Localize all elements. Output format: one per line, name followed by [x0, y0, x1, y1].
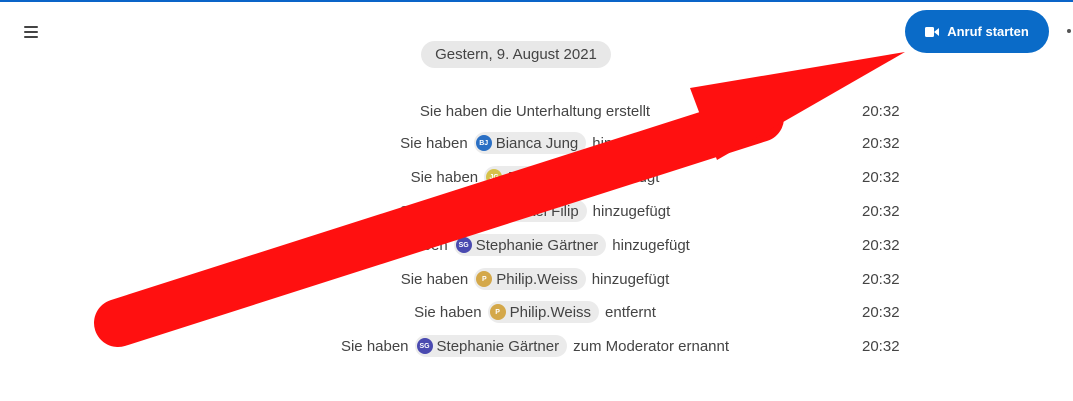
message-suffix: hinzugefügt [592, 202, 671, 220]
user-mention-name: Philip.Weiss [496, 270, 578, 288]
system-message-row: Sie haben SG Stephanie Gärtner hinzugefügt 2… [0, 232, 1073, 258]
system-message-text: Sie haben die Unterhaltung erstellt [300, 98, 770, 124]
user-mention-name: Philip.Weiss [509, 303, 592, 321]
message-prefix: Sie haben [399, 202, 468, 220]
user-mention-name: Michael Filip [495, 202, 579, 220]
user-mention-name: Jürgen G [506, 168, 568, 186]
message-timestamp: 20:32 [862, 337, 900, 355]
avatar: JG [486, 169, 503, 185]
message-suffix: hinzugefügt [581, 168, 660, 186]
user-mention-chip[interactable]: MF Michael Filip [473, 200, 587, 222]
message-suffix: hinzugefügt [591, 270, 670, 288]
system-message-text: Sie haben P Philip.Weiss entfernt [300, 299, 770, 325]
system-message-row: Sie haben JG Jürgen G hinzugefügt 20:32 [0, 164, 1073, 190]
avatar: P [476, 271, 493, 287]
message-prefix: Sie haben [380, 236, 448, 254]
avatar: SG [455, 237, 472, 253]
more-options-icon[interactable] [1067, 29, 1071, 33]
user-mention-name: Stephanie Gärtner [475, 236, 599, 254]
user-mention-chip[interactable]: SG Stephanie Gärtner [453, 234, 607, 256]
date-separator: Gestern, 9. August 2021 [421, 41, 611, 68]
message-suffix: hinzugefügt [592, 134, 670, 152]
user-mention-name: Stephanie Gärtner [436, 337, 560, 355]
message-suffix: zum Moderator ernannt [573, 337, 730, 355]
message-timestamp: 20:32 [862, 236, 900, 254]
message-timestamp: 20:32 [862, 102, 900, 120]
message-prefix: Sie haben [400, 134, 468, 152]
top-accent-line [0, 0, 1073, 2]
message-prefix: Sie haben die Unterhaltung erstellt [419, 102, 651, 120]
message-prefix: Sie haben [400, 270, 469, 288]
avatar: SG [416, 338, 433, 354]
message-prefix: Sie haben [410, 168, 479, 186]
user-mention-chip[interactable]: SG Stephanie Gärtner [414, 335, 568, 357]
message-timestamp: 20:32 [862, 134, 900, 152]
avatar: MF [475, 203, 492, 219]
avatar: P [489, 304, 506, 320]
message-timestamp: 20:32 [862, 303, 900, 321]
system-message-text: Sie haben SG Stephanie Gärtner hinzugefügt [300, 232, 770, 258]
user-mention-chip[interactable]: P Philip.Weiss [487, 301, 600, 323]
message-prefix: Sie haben [340, 337, 409, 355]
message-timestamp: 20:32 [862, 202, 900, 220]
avatar: BJ [475, 135, 492, 151]
message-prefix: Sie haben [414, 303, 482, 321]
system-message-text: Sie haben MF Michael Filip hinzugefügt [300, 198, 770, 224]
message-timestamp: 20:32 [862, 168, 900, 186]
start-call-label: Anruf starten [947, 24, 1029, 39]
hamburger-menu-icon[interactable] [24, 26, 38, 40]
system-message-row: Sie haben P Philip.Weiss hinzugefügt 20:32 [0, 266, 1073, 292]
start-call-button[interactable]: Anruf starten [905, 10, 1049, 53]
system-message-text: Sie haben P Philip.Weiss hinzugefügt [300, 266, 770, 292]
user-mention-chip[interactable]: BJ Bianca Jung [473, 132, 587, 154]
user-mention-name: Bianca Jung [495, 134, 579, 152]
system-message-text: Sie haben SG Stephanie Gärtner zum Moderato… [300, 333, 770, 359]
user-mention-chip[interactable]: P Philip.Weiss [474, 268, 586, 290]
message-suffix: entfernt [605, 303, 656, 321]
system-message-row: Sie haben die Unterhaltung erstellt 20:32 [0, 98, 1073, 124]
message-timestamp: 20:32 [862, 270, 900, 288]
message-suffix: hinzugefügt [612, 236, 690, 254]
video-camera-icon [925, 26, 940, 37]
system-message-row: Sie haben SG Stephanie Gärtner zum Moderato… [0, 333, 1073, 359]
system-message-row: Sie haben BJ Bianca Jung hinzugefügt 20:32 [0, 130, 1073, 156]
system-message-text: Sie haben JG Jürgen G hinzugefügt [300, 164, 770, 190]
system-message-row: Sie haben P Philip.Weiss entfernt 20:32 [0, 299, 1073, 325]
system-message-row: Sie haben MF Michael Filip hinzugefügt 20:32 [0, 198, 1073, 224]
system-message-text: Sie haben BJ Bianca Jung hinzugefügt [300, 130, 770, 156]
user-mention-chip[interactable]: JG Jürgen G [484, 166, 576, 188]
